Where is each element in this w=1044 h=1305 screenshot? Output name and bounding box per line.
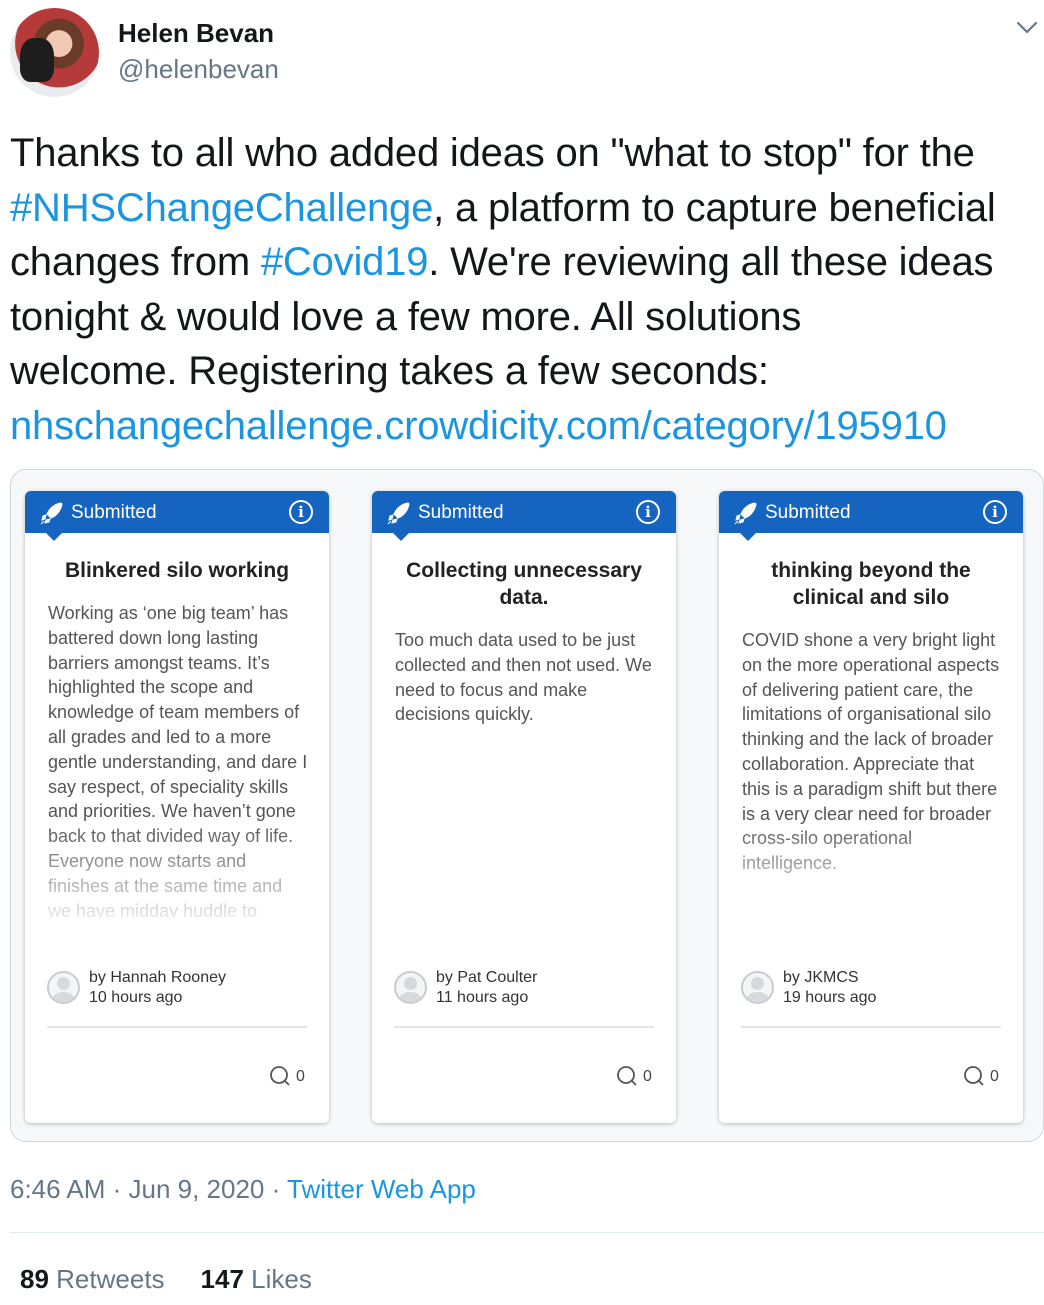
info-icon[interactable]: i <box>289 500 313 524</box>
user-handle[interactable]: @helenbevan <box>118 54 279 85</box>
divider <box>10 1232 1044 1233</box>
card-divider <box>47 1026 307 1028</box>
tweet-text-segment: changes from <box>10 240 261 284</box>
tweet-text-line: tonight & would love a few more. All sol… <box>10 290 1044 345</box>
retweets-count: 89 <box>20 1264 49 1294</box>
post-time: 10 hours ago <box>89 989 183 1006</box>
author-name: by JKMCS <box>783 969 859 986</box>
status-badge: Submitted i <box>719 491 1023 541</box>
idea-title: Blinkered silo working <box>64 559 290 582</box>
tweet-text-line: nhschangechallenge.crowdicity.com/catego… <box>10 399 1044 454</box>
retweets-label: Retweets <box>56 1264 165 1294</box>
comment-count: 0 <box>296 1068 305 1085</box>
idea-title: thinking beyond the clinical and silo <box>771 559 971 609</box>
tweet-text-line: changes from #Covid19. We're reviewing a… <box>10 235 1044 290</box>
tweet-text-segment: , a platform to capture beneficial <box>433 185 996 230</box>
hashtag-link[interactable]: #NHSChangeChallenge <box>10 186 433 230</box>
author-name: by Hannah Rooney <box>89 969 226 986</box>
url-link[interactable]: nhschangechallenge.crowdicity.com/catego… <box>10 404 947 448</box>
chevron-down-icon[interactable] <box>1014 14 1040 40</box>
tweet-stats: 89 Retweets 147 Likes <box>20 1264 312 1295</box>
likes-count: 147 <box>200 1264 244 1294</box>
post-time: 19 hours ago <box>783 989 877 1006</box>
tweet-text-line: welcome. Registering takes a few seconds… <box>10 344 1044 399</box>
hashtag-link[interactable]: #Covid19 <box>261 240 429 284</box>
author-avatar <box>741 971 774 1004</box>
comment-icon[interactable] <box>963 1065 985 1087</box>
rocket-icon <box>387 502 410 525</box>
card-divider <box>394 1026 654 1028</box>
likes-label: Likes <box>251 1264 312 1294</box>
tweet-text-line: Thanks to all who added ideas on "what t… <box>10 126 1044 181</box>
rocket-icon <box>734 502 757 525</box>
tweet-text-segment: . We're reviewing all these ideas <box>428 240 994 284</box>
retweets-stat[interactable]: 89 Retweets <box>20 1264 165 1294</box>
info-icon[interactable]: i <box>983 500 1007 524</box>
status-badge: Submitted i <box>25 491 329 541</box>
comment-count: 0 <box>990 1068 999 1085</box>
tweet-header: Helen Bevan @helenbevan <box>10 8 1040 98</box>
idea-card: Submitted i thinking beyond the clinical… <box>719 491 1023 1123</box>
info-icon[interactable]: i <box>636 500 660 524</box>
idea-card: Submitted i Collecting unnecessary data.… <box>372 491 676 1123</box>
post-time: 11 hours ago <box>436 989 529 1006</box>
author-name: by Pat Coulter <box>436 969 538 986</box>
comment-icon[interactable] <box>616 1065 638 1087</box>
card-divider <box>741 1026 1001 1028</box>
tweet-text-line: #NHSChangeChallenge, a platform to captu… <box>10 181 1044 236</box>
tweet-meta: 6:46 AM · Jun 9, 2020 · Twitter Web App <box>10 1174 476 1205</box>
tweet-text-segment: Thanks to all who added ideas on "what t… <box>10 131 975 175</box>
comment-count: 0 <box>643 1068 652 1085</box>
author-avatar <box>47 971 80 1004</box>
status-label: Submitted <box>71 502 157 523</box>
idea-body: COVID shone a very bright light on the m… <box>742 630 1000 874</box>
comment-icon[interactable] <box>269 1065 291 1087</box>
tweet-text-segment: tonight & would love a few more. All sol… <box>10 294 802 339</box>
avatar[interactable] <box>10 8 99 97</box>
idea-card: Submitted i Blinkered silo working Worki… <box>25 491 329 1123</box>
tweet-source-link[interactable]: Twitter Web App <box>287 1174 476 1204</box>
status-label: Submitted <box>765 502 851 523</box>
idea-body: Too much data used to be just collected … <box>395 630 652 725</box>
user-name[interactable]: Helen Bevan <box>118 18 274 49</box>
tweet-timestamp[interactable]: 6:46 AM · Jun 9, 2020 · <box>10 1174 287 1204</box>
status-label: Submitted <box>418 502 504 523</box>
likes-stat[interactable]: 147 Likes <box>201 1264 312 1294</box>
idea-title: Collecting unnecessary data. <box>406 559 642 609</box>
status-badge: Submitted i <box>372 491 676 541</box>
tweet-text: Thanks to all who added ideas on "what t… <box>10 126 1044 453</box>
idea-body: Working as ‘one big team’ has battered d… <box>48 603 308 917</box>
author-avatar <box>394 971 427 1004</box>
tweet-text-segment: welcome. Registering takes a few seconds… <box>10 349 769 393</box>
rocket-icon <box>40 502 63 525</box>
